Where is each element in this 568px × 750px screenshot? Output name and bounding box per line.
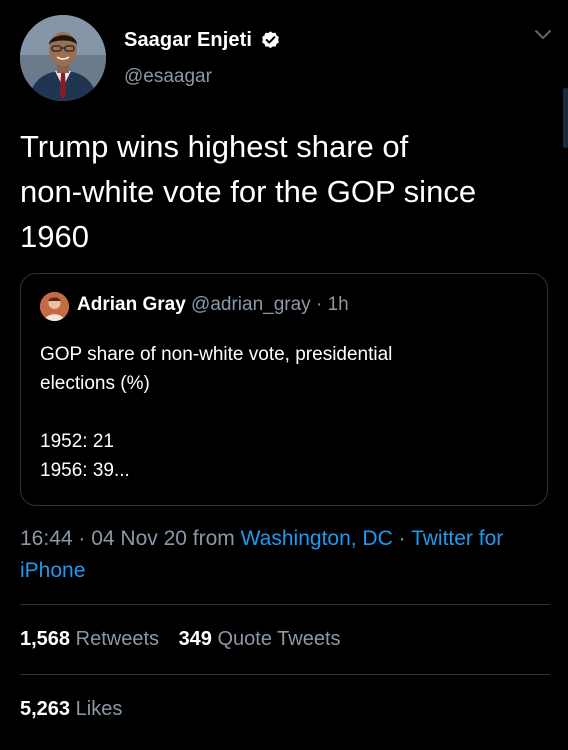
- divider: [20, 604, 550, 605]
- quoted-header: Adrian Gray @adrian_gray · 1h: [77, 294, 349, 316]
- quoted-text: GOP share of non-white vote, presidentia…: [40, 344, 393, 481]
- author-info: Saagar Enjeti @esaagar: [124, 28, 281, 88]
- author-handle[interactable]: @esaagar: [124, 66, 281, 88]
- quoted-author-name[interactable]: Adrian Gray: [77, 294, 186, 315]
- location-link[interactable]: Washington, DC: [241, 527, 393, 550]
- retweets-label: Retweets: [75, 628, 159, 650]
- tweet: Saagar Enjeti @esaagar Trump wins highes…: [0, 0, 568, 750]
- chevron-down-icon[interactable]: [534, 28, 552, 42]
- retweets-count: 1,568: [20, 628, 71, 650]
- engagement-row: 1,568 Retweets 349 Quote Tweets: [20, 628, 355, 651]
- tweet-text: Trump wins highest share of non-white vo…: [20, 129, 477, 254]
- meta-from: from: [186, 527, 241, 550]
- likes-row: 5,263 Likes: [20, 698, 136, 721]
- quote-tweets-stat[interactable]: 349 Quote Tweets: [179, 628, 341, 651]
- verified-badge-icon: [260, 30, 281, 51]
- quoted-avatar-icon: [40, 292, 69, 321]
- divider: [20, 674, 550, 675]
- meta-separator: ·: [392, 527, 412, 550]
- likes-label: Likes: [75, 698, 123, 720]
- quoted-author-avatar[interactable]: [40, 292, 69, 321]
- scroll-indicator: [563, 88, 568, 148]
- quoted-separator: ·: [315, 294, 323, 315]
- quoted-tweet-card[interactable]: Adrian Gray @adrian_gray · 1h GOP share …: [20, 273, 548, 506]
- avatar-portrait-icon: [20, 15, 106, 101]
- tweet-meta: 16:44 · 04 Nov 20 from Washington, DC · …: [20, 523, 550, 587]
- quote-tweets-count: 349: [178, 628, 212, 650]
- author-name[interactable]: Saagar Enjeti: [124, 29, 252, 52]
- meta-separator: ·: [72, 527, 92, 550]
- quoted-author-handle[interactable]: @adrian_gray: [191, 294, 311, 315]
- author-name-row: Saagar Enjeti: [124, 28, 281, 52]
- quoted-timestamp[interactable]: 1h: [328, 294, 349, 315]
- quote-tweets-label: Quote Tweets: [217, 628, 341, 650]
- retweets-stat[interactable]: 1,568 Retweets: [20, 628, 159, 651]
- tweet-time[interactable]: 16:44: [20, 527, 73, 550]
- tweet-date[interactable]: 04 Nov 20: [91, 527, 187, 550]
- author-avatar[interactable]: [20, 15, 106, 101]
- likes-stat[interactable]: 5,263 Likes: [20, 698, 122, 721]
- likes-count: 5,263: [20, 698, 71, 720]
